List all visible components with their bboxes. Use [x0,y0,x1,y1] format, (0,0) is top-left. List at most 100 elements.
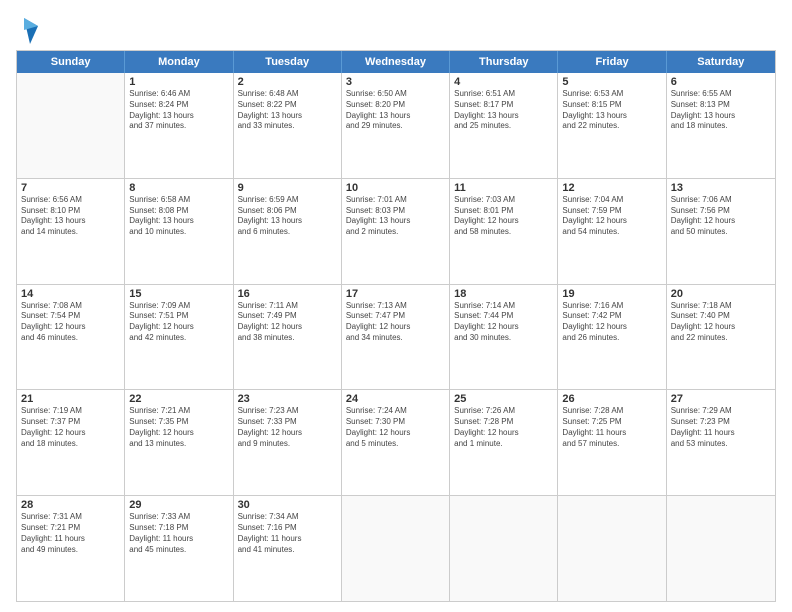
cell-info-line: Daylight: 13 hours [129,216,228,227]
calendar-cell: 17Sunrise: 7:13 AMSunset: 7:47 PMDayligh… [342,285,450,390]
header-day-monday: Monday [125,51,233,73]
calendar-cell: 29Sunrise: 7:33 AMSunset: 7:18 PMDayligh… [125,496,233,601]
day-number: 14 [21,288,120,300]
cell-info-line: Sunrise: 7:24 AM [346,406,445,417]
cell-info-line: Sunset: 8:22 PM [238,100,337,111]
cell-info-line: Daylight: 11 hours [671,428,771,439]
calendar-cell [667,496,775,601]
cell-info-line: Sunset: 7:40 PM [671,311,771,322]
cell-info-line: Sunrise: 6:56 AM [21,195,120,206]
day-number: 23 [238,393,337,405]
calendar-cell: 6Sunrise: 6:55 AMSunset: 8:13 PMDaylight… [667,73,775,178]
cell-info-line: and 5 minutes. [346,439,445,450]
cell-info-line: Sunset: 7:23 PM [671,417,771,428]
calendar-cell: 26Sunrise: 7:28 AMSunset: 7:25 PMDayligh… [558,390,666,495]
calendar-cell: 20Sunrise: 7:18 AMSunset: 7:40 PMDayligh… [667,285,775,390]
day-number: 8 [129,182,228,194]
cell-info-line: Sunset: 7:47 PM [346,311,445,322]
calendar-cell: 16Sunrise: 7:11 AMSunset: 7:49 PMDayligh… [234,285,342,390]
day-number: 19 [562,288,661,300]
cell-info-line: Sunset: 7:49 PM [238,311,337,322]
day-number: 26 [562,393,661,405]
day-number: 25 [454,393,553,405]
day-number: 11 [454,182,553,194]
calendar-cell: 5Sunrise: 6:53 AMSunset: 8:15 PMDaylight… [558,73,666,178]
cell-info-line: Daylight: 11 hours [562,428,661,439]
day-number: 5 [562,76,661,88]
calendar-cell: 3Sunrise: 6:50 AMSunset: 8:20 PMDaylight… [342,73,450,178]
calendar-cell: 21Sunrise: 7:19 AMSunset: 7:37 PMDayligh… [17,390,125,495]
calendar-row-2: 14Sunrise: 7:08 AMSunset: 7:54 PMDayligh… [17,285,775,391]
cell-info-line: Sunrise: 7:08 AM [21,301,120,312]
cell-info-line: Daylight: 13 hours [346,216,445,227]
calendar-cell: 4Sunrise: 6:51 AMSunset: 8:17 PMDaylight… [450,73,558,178]
cell-info-line: Daylight: 13 hours [346,111,445,122]
day-number: 6 [671,76,771,88]
day-number: 24 [346,393,445,405]
cell-info-line: Sunrise: 7:18 AM [671,301,771,312]
cell-info-line: Daylight: 13 hours [129,111,228,122]
cell-info-line: Sunset: 7:21 PM [21,523,120,534]
header-day-tuesday: Tuesday [234,51,342,73]
cell-info-line: Sunset: 7:59 PM [562,206,661,217]
cell-info-line: and 38 minutes. [238,333,337,344]
cell-info-line: and 49 minutes. [21,545,120,556]
cell-info-line: and 33 minutes. [238,121,337,132]
day-number: 3 [346,76,445,88]
cell-info-line: Daylight: 12 hours [129,322,228,333]
cell-info-line: and 9 minutes. [238,439,337,450]
cell-info-line: Sunset: 8:20 PM [346,100,445,111]
calendar-row-1: 7Sunrise: 6:56 AMSunset: 8:10 PMDaylight… [17,179,775,285]
calendar-cell: 10Sunrise: 7:01 AMSunset: 8:03 PMDayligh… [342,179,450,284]
cell-info-line: Sunset: 8:01 PM [454,206,553,217]
cell-info-line: and 41 minutes. [238,545,337,556]
cell-info-line: Sunrise: 7:03 AM [454,195,553,206]
header-day-wednesday: Wednesday [342,51,450,73]
day-number: 16 [238,288,337,300]
calendar-cell: 12Sunrise: 7:04 AMSunset: 7:59 PMDayligh… [558,179,666,284]
day-number: 20 [671,288,771,300]
cell-info-line: Sunset: 7:56 PM [671,206,771,217]
calendar-cell: 1Sunrise: 6:46 AMSunset: 8:24 PMDaylight… [125,73,233,178]
cell-info-line: Sunset: 8:10 PM [21,206,120,217]
cell-info-line: Daylight: 11 hours [129,534,228,545]
day-number: 15 [129,288,228,300]
cell-info-line: Sunrise: 7:28 AM [562,406,661,417]
cell-info-line: Sunset: 7:30 PM [346,417,445,428]
calendar-cell [342,496,450,601]
cell-info-line: Sunset: 7:51 PM [129,311,228,322]
calendar-cell: 8Sunrise: 6:58 AMSunset: 8:08 PMDaylight… [125,179,233,284]
cell-info-line: and 29 minutes. [346,121,445,132]
calendar-cell: 9Sunrise: 6:59 AMSunset: 8:06 PMDaylight… [234,179,342,284]
calendar-cell: 28Sunrise: 7:31 AMSunset: 7:21 PMDayligh… [17,496,125,601]
cell-info-line: and 18 minutes. [671,121,771,132]
cell-info-line: Daylight: 12 hours [21,428,120,439]
cell-info-line: Sunset: 8:15 PM [562,100,661,111]
cell-info-line: Sunset: 8:24 PM [129,100,228,111]
cell-info-line: Sunrise: 6:59 AM [238,195,337,206]
calendar-cell: 2Sunrise: 6:48 AMSunset: 8:22 PMDaylight… [234,73,342,178]
calendar-cell: 23Sunrise: 7:23 AMSunset: 7:33 PMDayligh… [234,390,342,495]
cell-info-line: Daylight: 12 hours [346,322,445,333]
cell-info-line: and 57 minutes. [562,439,661,450]
header-day-thursday: Thursday [450,51,558,73]
cell-info-line: Daylight: 12 hours [454,428,553,439]
cell-info-line: Sunrise: 7:31 AM [21,512,120,523]
calendar-cell: 27Sunrise: 7:29 AMSunset: 7:23 PMDayligh… [667,390,775,495]
header-day-sunday: Sunday [17,51,125,73]
calendar-header: SundayMondayTuesdayWednesdayThursdayFrid… [17,51,775,73]
cell-info-line: Sunrise: 7:13 AM [346,301,445,312]
cell-info-line: Sunrise: 6:50 AM [346,89,445,100]
cell-info-line: Daylight: 13 hours [671,111,771,122]
cell-info-line: Daylight: 13 hours [238,111,337,122]
calendar-row-4: 28Sunrise: 7:31 AMSunset: 7:21 PM Dayligh… [17,496,775,601]
cell-info-line: Daylight: 13 hours [238,216,337,227]
calendar-row-0: 1Sunrise: 6:46 AMSunset: 8:24 PMDaylight… [17,73,775,179]
calendar-cell: 25Sunrise: 7:26 AMSunset: 7:28 PMDayligh… [450,390,558,495]
day-number: 27 [671,393,771,405]
day-number: 28 [21,499,120,511]
cell-info-line: and 53 minutes. [671,439,771,450]
calendar-cell [17,73,125,178]
cell-info-line: Sunset: 7:16 PM [238,523,337,534]
cell-info-line: Daylight: 12 hours [238,322,337,333]
